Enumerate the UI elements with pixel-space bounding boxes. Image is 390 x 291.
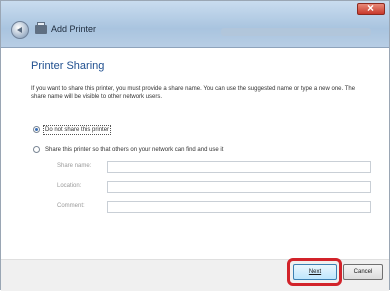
window-title: Add Printer (51, 24, 97, 34)
radio-share-printer[interactable] (33, 146, 40, 153)
location-field[interactable] (107, 181, 371, 193)
next-button-label: Next (308, 269, 322, 275)
close-button[interactable] (357, 1, 385, 15)
option-share-printer[interactable]: Share this printer so that others on you… (33, 146, 223, 153)
option-do-not-share[interactable]: Do not share this printer (33, 124, 112, 135)
printer-icon (35, 22, 47, 34)
page-title: Printer Sharing (31, 60, 105, 72)
cancel-button[interactable]: Cancel (343, 264, 383, 280)
back-arrow-icon[interactable] (11, 21, 29, 39)
comment-label: Comment: (57, 203, 85, 209)
option-label-do-not-share: Do not share this printer (42, 124, 112, 135)
location-label: Location: (57, 183, 82, 189)
option-label-share-printer: Share this printer so that others on you… (45, 146, 224, 153)
share-name-field[interactable] (107, 161, 371, 173)
page-description: If you want to share this printer, you m… (31, 86, 356, 100)
title-bar: Add Printer (1, 1, 389, 48)
share-name-label: Share name: (57, 163, 92, 169)
radio-do-not-share[interactable] (33, 126, 40, 133)
add-printer-window: Add Printer Printer Sharing If you want … (0, 0, 390, 291)
address-bar (221, 28, 371, 36)
next-button[interactable]: Next (293, 264, 337, 280)
comment-field[interactable] (107, 201, 371, 213)
